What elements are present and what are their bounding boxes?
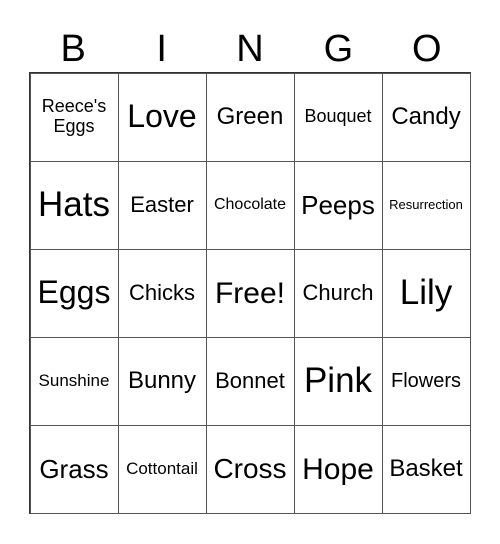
bingo-cell[interactable]: Resurrection [381, 160, 471, 250]
bingo-cell[interactable]: Green [205, 72, 295, 162]
bingo-cell[interactable]: Hats [29, 160, 119, 250]
bingo-cell[interactable]: Love [117, 72, 207, 162]
bingo-cell[interactable]: Basket [381, 424, 471, 514]
bingo-cell[interactable]: Eggs [29, 248, 119, 338]
header-letter-n: N [236, 28, 264, 70]
free-space-cell[interactable]: Free! [205, 248, 295, 338]
header-letter-o: O [412, 28, 442, 70]
bingo-cell[interactable]: Hope [293, 424, 383, 514]
bingo-grid: Reece's Eggs Love Green Bouquet Candy Ha… [29, 72, 471, 514]
bingo-cell[interactable]: Pink [293, 336, 383, 426]
bingo-cell[interactable]: Reece's Eggs [29, 72, 119, 162]
bingo-cell[interactable]: Flowers [381, 336, 471, 426]
header-letter-g: G [323, 28, 354, 70]
bingo-header: B I N G O [29, 26, 471, 72]
bingo-cell[interactable]: Chicks [117, 248, 207, 338]
bingo-cell[interactable]: Candy [381, 72, 471, 162]
header-letter-b: B [60, 28, 86, 70]
bingo-cell[interactable]: Church [293, 248, 383, 338]
bingo-cell[interactable]: Easter [117, 160, 207, 250]
bingo-cell[interactable]: Cottontail [117, 424, 207, 514]
bingo-cell[interactable]: Bouquet [293, 72, 383, 162]
bingo-cell[interactable]: Cross [205, 424, 295, 514]
bingo-cell[interactable]: Peeps [293, 160, 383, 250]
bingo-cell[interactable]: Lily [381, 248, 471, 338]
bingo-cell[interactable]: Sunshine [29, 336, 119, 426]
bingo-cell[interactable]: Chocolate [205, 160, 295, 250]
bingo-cell[interactable]: Grass [29, 424, 119, 514]
header-letter-i: I [156, 28, 167, 70]
bingo-cell[interactable]: Bonnet [205, 336, 295, 426]
bingo-cell[interactable]: Bunny [117, 336, 207, 426]
